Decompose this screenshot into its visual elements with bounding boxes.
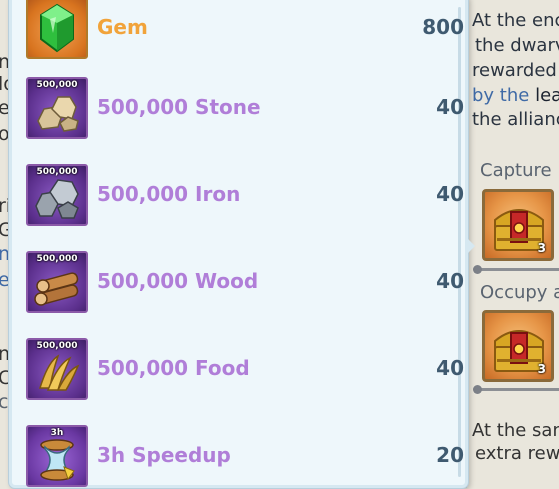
quantity-tag: 3h	[50, 428, 64, 438]
reward-row-stone: 500,000 500,000 Stone 40	[26, 77, 466, 141]
reward-row-wood: 500,000 500,000 Wood 40	[26, 251, 466, 315]
occupy-section-title: Occupy a	[480, 282, 559, 303]
bg-event-text-dark: lea	[535, 85, 559, 106]
bg-event-text-blue: by the	[472, 85, 530, 106]
item-name: 500,000 Stone	[97, 95, 261, 119]
capture-progress-bar	[473, 265, 559, 274]
reward-chest-card[interactable]: 3	[482, 310, 554, 382]
item-icon-frame: 3h	[26, 425, 88, 487]
reward-row-speedup: 3h 3h Speedup 20	[26, 425, 466, 489]
progress-knob	[473, 385, 482, 394]
bg-event-text: by the lea	[472, 85, 559, 107]
quantity-tag: 500,000	[36, 341, 78, 351]
popup-pointer-arrow	[466, 237, 475, 255]
item-icon-frame: 500,000	[26, 164, 88, 226]
chest-count-badge: 3	[537, 241, 546, 255]
bg-event-text: the dwarv	[475, 35, 559, 56]
reward-row-gem: Gem 800	[26, 0, 466, 61]
quantity-tag: 500,000	[36, 80, 78, 90]
bg-event-text: At the enc	[472, 10, 559, 31]
bg-event-text: extra rew	[475, 443, 559, 464]
item-price: 40	[436, 356, 464, 380]
reward-row-iron: 500,000 500,000 Iron 40	[26, 164, 466, 228]
item-price: 40	[436, 269, 464, 293]
progress-knob	[473, 265, 482, 274]
quantity-tag: 500,000	[36, 167, 78, 177]
item-name: 500,000 Wood	[97, 269, 259, 293]
item-icon-frame	[26, 0, 88, 59]
gem-icon	[40, 3, 74, 53]
bg-event-text: the allianc	[472, 109, 559, 130]
bg-text-fragment: c	[0, 391, 9, 413]
item-name: Gem	[97, 15, 148, 39]
item-icon-frame: 500,000	[26, 251, 88, 313]
item-name: 3h Speedup	[97, 443, 231, 467]
bg-event-text: rewarded	[472, 60, 557, 81]
quantity-tag: 500,000	[36, 254, 78, 264]
background-right-panel: At the enc the dwarv rewarded by the lea…	[468, 0, 559, 488]
reward-chest-card[interactable]: 3	[482, 189, 554, 261]
chest-count-badge: 3	[537, 362, 546, 376]
item-price: 800	[422, 15, 464, 39]
capture-section-title: Capture	[480, 160, 552, 181]
occupy-progress-bar	[473, 385, 559, 394]
item-price: 20	[436, 443, 464, 467]
reward-row-food: 500,000 500,000 Food 40	[26, 338, 466, 402]
item-icon-frame: 500,000	[26, 77, 88, 139]
item-icon-frame: 500,000	[26, 338, 88, 400]
reward-list-popup: Gem 800 500,000 500,000 Stone 40 500,000…	[9, 0, 468, 488]
item-price: 40	[436, 95, 464, 119]
item-name: 500,000 Food	[97, 356, 250, 380]
item-price: 40	[436, 182, 464, 206]
bg-event-text: At the san	[472, 420, 559, 441]
item-name: 500,000 Iron	[97, 182, 241, 206]
